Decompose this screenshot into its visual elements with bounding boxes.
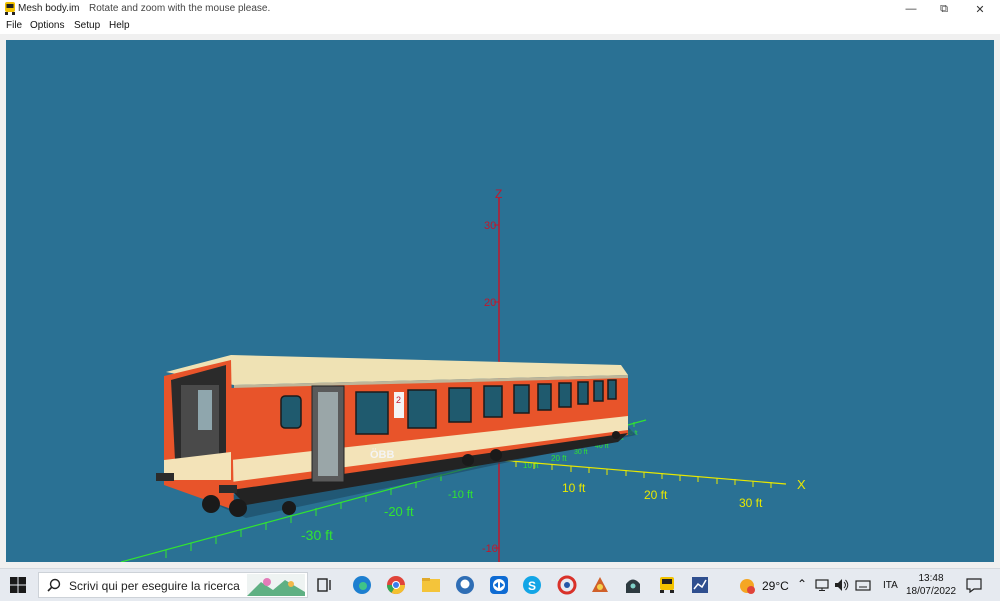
file-explorer-icon[interactable] — [420, 574, 442, 596]
network-icon[interactable] — [815, 579, 829, 591]
chrome-icon[interactable] — [385, 574, 407, 596]
menu-options[interactable]: Options — [30, 20, 64, 31]
app-icon-1[interactable] — [556, 574, 578, 596]
restore-button[interactable]: ⧉ — [927, 0, 961, 18]
app-train-icon — [5, 2, 15, 15]
menu-setup[interactable]: Setup — [74, 20, 100, 31]
x-tick-label: 20 ft — [644, 488, 668, 502]
class-number: 2 — [396, 395, 401, 405]
obb-logo: ÖBB — [370, 448, 395, 461]
keyboard-icon[interactable] — [855, 578, 871, 592]
clock-date: 18/07/2022 — [905, 586, 957, 597]
z-tick-label: 20 — [484, 297, 496, 309]
search-placeholder: Scrivi qui per eseguire la ricerca — [69, 579, 240, 593]
mesh-viewport[interactable]: Z 30 20 -10 -20 ft -30 ft -10 ft 10 ft 2… — [6, 40, 994, 562]
search-highlight-art — [247, 574, 305, 596]
menu-help[interactable]: Help — [109, 20, 130, 31]
notifications-icon[interactable] — [966, 578, 982, 593]
z-tick-label: 30 — [484, 220, 496, 232]
title-bar: Mesh body.im Rotate and zoom with the mo… — [0, 0, 1000, 18]
taskbar-clock[interactable]: 13:48 18/07/2022 — [904, 572, 958, 598]
x-tick-label: 10 ft — [562, 481, 586, 495]
app-icon-3[interactable] — [622, 574, 644, 596]
y-tick-label: -30 ft — [301, 527, 333, 543]
z-tick-label: -10 — [482, 543, 498, 555]
app-icon-5[interactable] — [689, 574, 711, 596]
search-icon — [47, 578, 61, 592]
clock-time: 13:48 — [918, 573, 944, 584]
close-button[interactable]: ✕ — [963, 0, 997, 18]
weather-temperature[interactable]: 29°C — [762, 579, 789, 593]
svg-text:S: S — [528, 579, 536, 593]
tray-chevron-up-icon[interactable]: ⌃ — [797, 577, 807, 591]
volume-icon[interactable] — [834, 578, 850, 592]
app-icon-2[interactable] — [589, 574, 611, 596]
edge-icon[interactable] — [351, 574, 373, 596]
weather-sun-icon[interactable] — [738, 577, 756, 595]
x-axis-label: X — [797, 477, 806, 492]
x-tick-label: 30 ft — [739, 496, 763, 510]
taskbar-search-input[interactable]: Scrivi qui per eseguire la ricerca — [38, 572, 308, 598]
task-view-icon[interactable] — [314, 574, 336, 596]
teamviewer-icon[interactable] — [488, 574, 510, 596]
input-language[interactable]: ITA — [883, 580, 898, 591]
minimize-button[interactable]: — — [894, 0, 928, 18]
skype-icon[interactable]: S — [521, 574, 543, 596]
y-tick-label: -20 ft — [384, 504, 414, 519]
y-tick-label: 30 ft — [574, 449, 588, 456]
z-axis-label: Z — [495, 187, 502, 201]
app-icon-4[interactable] — [656, 574, 678, 596]
menu-bar: File Options Setup Help — [0, 18, 1000, 34]
viewport-canvas: Z 30 20 -10 -20 ft -30 ft -10 ft 10 ft 2… — [120, 187, 806, 562]
y-tick-label: -10 ft — [448, 489, 473, 501]
x-axis — [498, 459, 787, 485]
menu-file[interactable]: File — [6, 20, 22, 31]
y-tick-label: 20 ft — [551, 454, 567, 463]
github-icon[interactable] — [454, 574, 476, 596]
taskbar: Scrivi qui per eseguire la ricerca S 29°… — [0, 568, 1000, 601]
window-hint: Rotate and zoom with the mouse please. — [89, 3, 271, 14]
window-title: Mesh body.im — [18, 3, 80, 14]
windows-start-icon[interactable] — [8, 575, 28, 595]
